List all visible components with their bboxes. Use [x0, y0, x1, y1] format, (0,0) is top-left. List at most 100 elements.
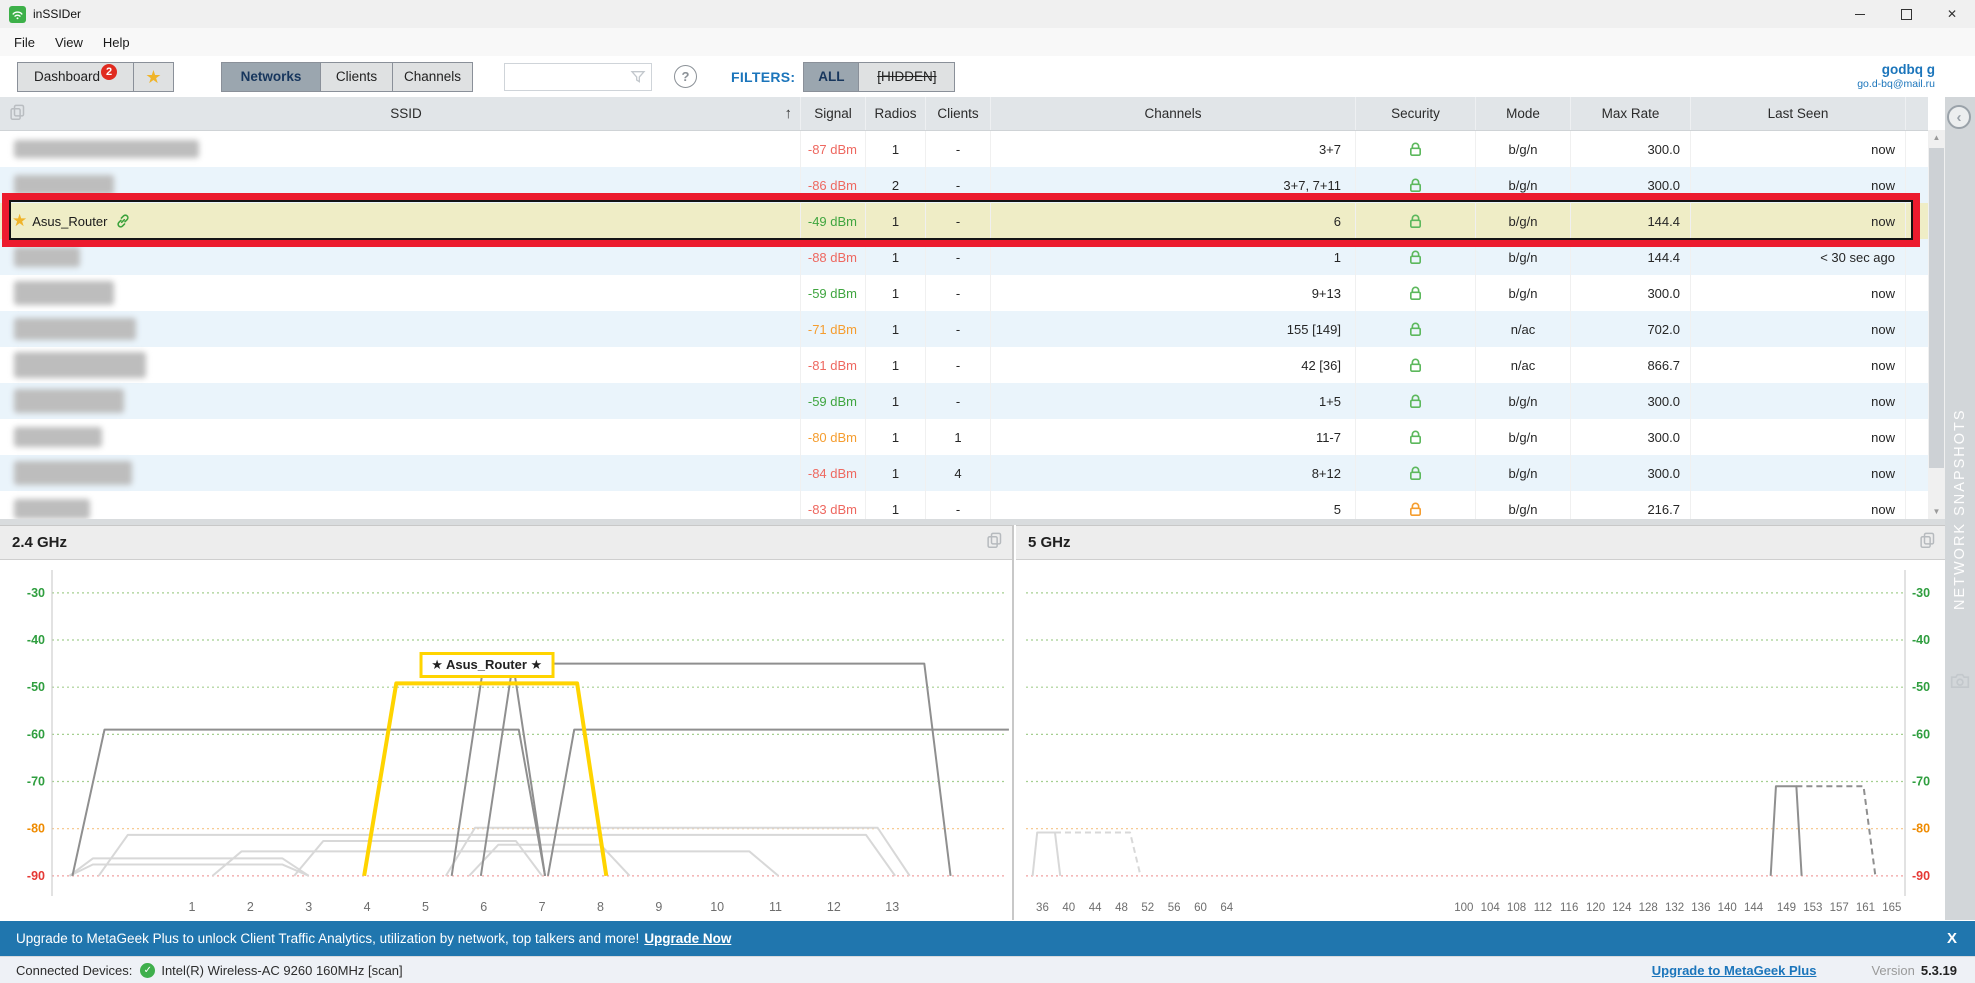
inssider-window: inSSIDer ✕ File View Help Dashboard2 ★ N… — [0, 0, 1975, 983]
table-row[interactable]: ★Asus_Router-49 dBm1-6b/g/n144.4now — [0, 203, 1928, 239]
help-icon[interactable]: ? — [674, 65, 697, 88]
account-info[interactable]: godbq g go.d-bq@mail.ru — [1857, 62, 1935, 92]
channels-cell: 6 — [990, 203, 1355, 239]
clients-cell: - — [925, 347, 990, 383]
scroll-up-icon[interactable]: ▲ — [1928, 130, 1945, 145]
clients-cell: - — [925, 239, 990, 275]
column-header-radios[interactable]: Radios — [865, 97, 925, 130]
chart-24ghz-plot[interactable]: -30-40-50-60-70-80-9012345678910111213★ … — [0, 560, 1012, 920]
upgrade-now-link[interactable]: Upgrade Now — [644, 931, 731, 946]
close-button[interactable]: ✕ — [1929, 0, 1975, 28]
table-row[interactable]: -84 dBm148+12b/g/n300.0now — [0, 455, 1928, 491]
svg-text:165: 165 — [1882, 902, 1901, 914]
svg-text:108: 108 — [1507, 902, 1526, 914]
column-header-maxrate[interactable]: Max Rate — [1570, 97, 1690, 130]
security-lock-icon — [1355, 239, 1475, 275]
radios-cell: 1 — [865, 419, 925, 455]
clients-cell: 4 — [925, 455, 990, 491]
column-header-clients[interactable]: Clients — [925, 97, 990, 130]
copy-icon[interactable] — [1920, 532, 1935, 554]
radios-cell: 1 — [865, 275, 925, 311]
filter-funnel-icon[interactable] — [630, 69, 646, 90]
ssid-cell — [0, 419, 800, 455]
radios-cell: 1 — [865, 203, 925, 239]
copy-icon[interactable] — [987, 532, 1002, 554]
network-snapshots-strip[interactable]: ‹ NETWORK SNAPSHOTS — [1945, 97, 1975, 920]
maxrate-cell: 216.7 — [1570, 491, 1690, 519]
column-header-lastseen[interactable]: Last Seen — [1690, 97, 1905, 130]
signal-cell: -84 dBm — [800, 455, 865, 491]
maxrate-cell: 866.7 — [1570, 347, 1690, 383]
svg-text:-60: -60 — [1912, 727, 1930, 741]
camera-icon — [1950, 672, 1970, 694]
maximize-button[interactable] — [1883, 0, 1929, 28]
blurred-ssid — [14, 318, 136, 340]
clients-cell: - — [925, 491, 990, 519]
filter-all-button[interactable]: ALL — [803, 62, 859, 92]
svg-text:40: 40 — [1062, 902, 1075, 914]
svg-text:153: 153 — [1803, 902, 1822, 914]
channels-cell: 11-7 — [990, 419, 1355, 455]
channels-cell: 42 [36] — [990, 347, 1355, 383]
lastseen-cell: now — [1690, 383, 1905, 419]
table-row[interactable]: -86 dBm2-3+7, 7+11b/g/n300.0now — [0, 167, 1928, 203]
svg-text:2: 2 — [247, 900, 254, 914]
menu-help[interactable]: Help — [93, 31, 140, 54]
dashboard-badge: 2 — [101, 64, 117, 80]
mode-cell: b/g/n — [1475, 383, 1570, 419]
dashboard-button[interactable]: Dashboard2 — [17, 62, 134, 92]
lastseen-cell: now — [1690, 311, 1905, 347]
favorites-button[interactable]: ★ — [134, 62, 174, 92]
column-header-signal[interactable]: Signal — [800, 97, 865, 130]
table-scrollbar[interactable]: ▲ ▼ — [1928, 130, 1945, 519]
signal-cell: -80 dBm — [800, 419, 865, 455]
menu-file[interactable]: File — [4, 31, 45, 54]
svg-text:-60: -60 — [27, 727, 45, 741]
chart-5ghz-plot[interactable]: -30-40-50-60-70-80-903640444852566064100… — [1016, 560, 1945, 920]
tab-networks[interactable]: Networks — [221, 62, 321, 92]
minimize-button[interactable] — [1837, 0, 1883, 28]
menu-view[interactable]: View — [45, 31, 93, 54]
clients-cell: - — [925, 167, 990, 203]
column-header-mode[interactable]: Mode — [1475, 97, 1570, 130]
expand-panel-chevron-icon[interactable]: ‹ — [1947, 105, 1971, 129]
maxrate-cell: 144.4 — [1570, 203, 1690, 239]
channels-cell: 3+7, 7+11 — [990, 167, 1355, 203]
svg-text:-50: -50 — [1912, 680, 1930, 694]
ssid-cell — [0, 455, 800, 491]
maxrate-cell: 300.0 — [1570, 275, 1690, 311]
link-icon — [115, 213, 131, 229]
favorite-star-icon[interactable]: ★ — [12, 211, 27, 231]
table-row[interactable]: -80 dBm1111-7b/g/n300.0now — [0, 419, 1928, 455]
mode-cell: b/g/n — [1475, 131, 1570, 167]
svg-text:100: 100 — [1454, 902, 1473, 914]
security-lock-icon — [1355, 419, 1475, 455]
sort-ascending-icon[interactable]: ↑ — [785, 105, 793, 122]
table-row[interactable]: -81 dBm1-42 [36]n/ac866.7now — [0, 347, 1928, 383]
svg-text:161: 161 — [1856, 902, 1875, 914]
filter-hidden-button[interactable]: [HIDDEN] — [859, 62, 955, 92]
table-row[interactable]: -71 dBm1-155 [149]n/ac702.0now — [0, 311, 1928, 347]
svg-text:64: 64 — [1220, 902, 1233, 914]
column-header-ssid[interactable]: SSID ↑ — [0, 97, 800, 130]
upgrade-metageek-link[interactable]: Upgrade to MetaGeek Plus — [1652, 963, 1817, 978]
ssid-cell — [0, 347, 800, 383]
copy-icon[interactable] — [10, 104, 25, 124]
tab-channels[interactable]: Channels — [393, 62, 473, 92]
table-row[interactable]: -59 dBm1-9+13b/g/n300.0now — [0, 275, 1928, 311]
scroll-down-icon[interactable]: ▼ — [1928, 504, 1945, 519]
menu-bar: File View Help — [0, 28, 1975, 56]
scrollbar-thumb[interactable] — [1929, 148, 1944, 468]
column-header-security[interactable]: Security — [1355, 97, 1475, 130]
banner-close-button[interactable]: X — [1947, 930, 1957, 947]
table-row[interactable]: -87 dBm1-3+7b/g/n300.0now — [0, 131, 1928, 167]
table-row[interactable]: -83 dBm1-5b/g/n216.7now — [0, 491, 1928, 519]
tab-clients[interactable]: Clients — [321, 62, 393, 92]
table-header-row: SSID ↑ Signal Radios Clients Channels Se… — [0, 97, 1928, 131]
table-row[interactable]: -59 dBm1-1+5b/g/n300.0now — [0, 383, 1928, 419]
radios-cell: 1 — [865, 383, 925, 419]
column-header-channels[interactable]: Channels — [990, 97, 1355, 130]
chart-panel-24ghz: 2.4 GHz -30-40-50-60-70-80-9012345678910… — [0, 525, 1014, 920]
ssid-cell — [0, 311, 800, 347]
table-row[interactable]: -88 dBm1-1b/g/n144.4< 30 sec ago — [0, 239, 1928, 275]
